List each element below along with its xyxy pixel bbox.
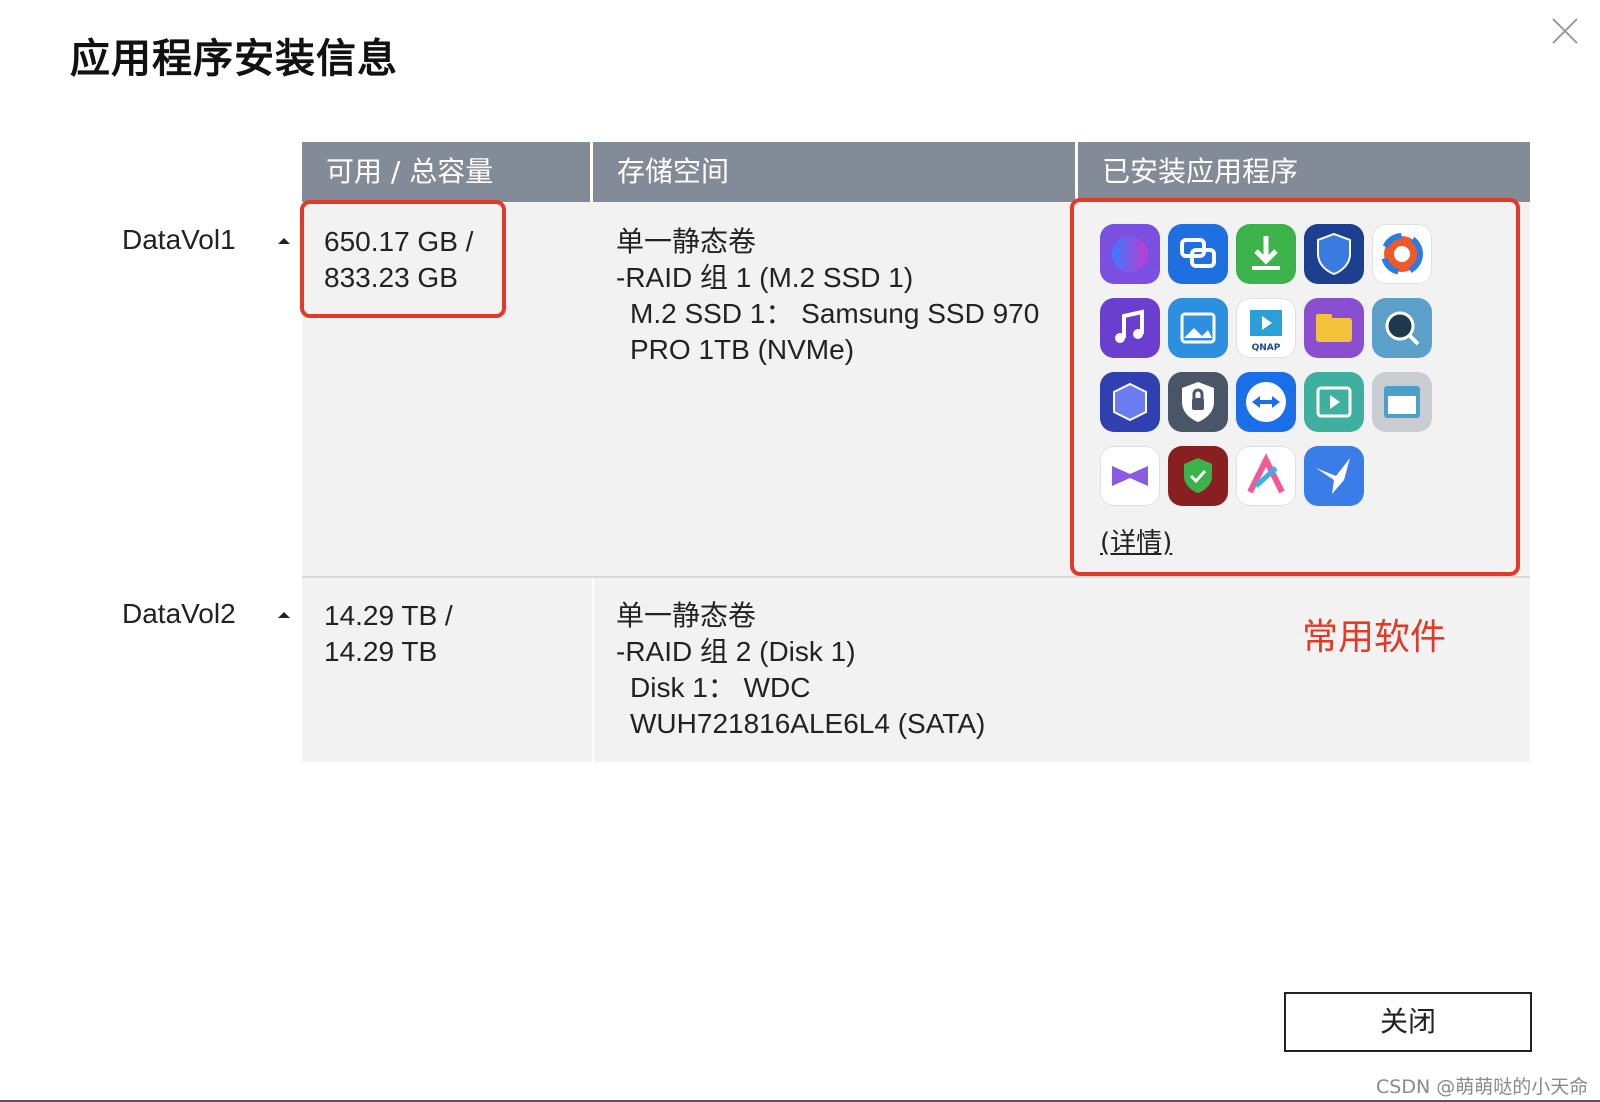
close-icon[interactable] <box>1548 14 1582 48</box>
annotation-label: 常用软件 <box>1302 617 1447 658</box>
capacity-available: 14.29 TB / <box>324 600 453 631</box>
storage-cell: 单一静态卷 -RAID 组 2 (Disk 1) Disk 1： WDC WUH… <box>616 598 985 742</box>
raid-group: -RAID 组 2 (Disk 1) <box>616 636 856 667</box>
disk-info: M.2 SSD 1： Samsung SSD 970 <box>630 298 1040 329</box>
table-header: 可用 / 总容量 存储空间 已安装应用程序 <box>302 142 1530 202</box>
collapse-caret-icon[interactable] <box>278 612 290 618</box>
raid-group: -RAID 组 1 (M.2 SSD 1) <box>616 262 914 293</box>
volume-name: DataVol1 <box>122 224 236 255</box>
header-storage: 存储空间 <box>617 155 730 188</box>
header-capacity: 可用 / 总容量 <box>326 155 494 188</box>
capacity-total: 14.29 TB <box>324 636 438 667</box>
volume-name: DataVol2 <box>122 598 236 629</box>
capacity-cell: 14.29 TB / 14.29 TB <box>324 598 453 670</box>
header-installed-apps: 已安装应用程序 <box>1102 155 1299 188</box>
disk-info-cont: WUH721816ALE6L4 (SATA) <box>630 708 986 739</box>
storage-type: 单一静态卷 <box>616 225 757 258</box>
disk-info: Disk 1： WDC <box>630 672 811 703</box>
apps-highlight-box <box>1070 198 1520 576</box>
column-divider <box>592 578 594 762</box>
disk-info-cont: PRO 1TB (NVMe) <box>630 334 855 365</box>
collapse-caret-icon[interactable] <box>278 238 290 244</box>
storage-type: 单一静态卷 <box>616 599 757 632</box>
storage-cell: 单一静态卷 -RAID 组 1 (M.2 SSD 1) M.2 SSD 1： S… <box>616 224 1039 368</box>
close-button[interactable]: 关闭 <box>1284 992 1532 1052</box>
dialog-title: 应用程序安装信息 <box>70 36 398 82</box>
capacity-highlight-box <box>300 200 506 318</box>
watermark: CSDN @萌萌哒的小天命 <box>1376 1076 1589 1098</box>
